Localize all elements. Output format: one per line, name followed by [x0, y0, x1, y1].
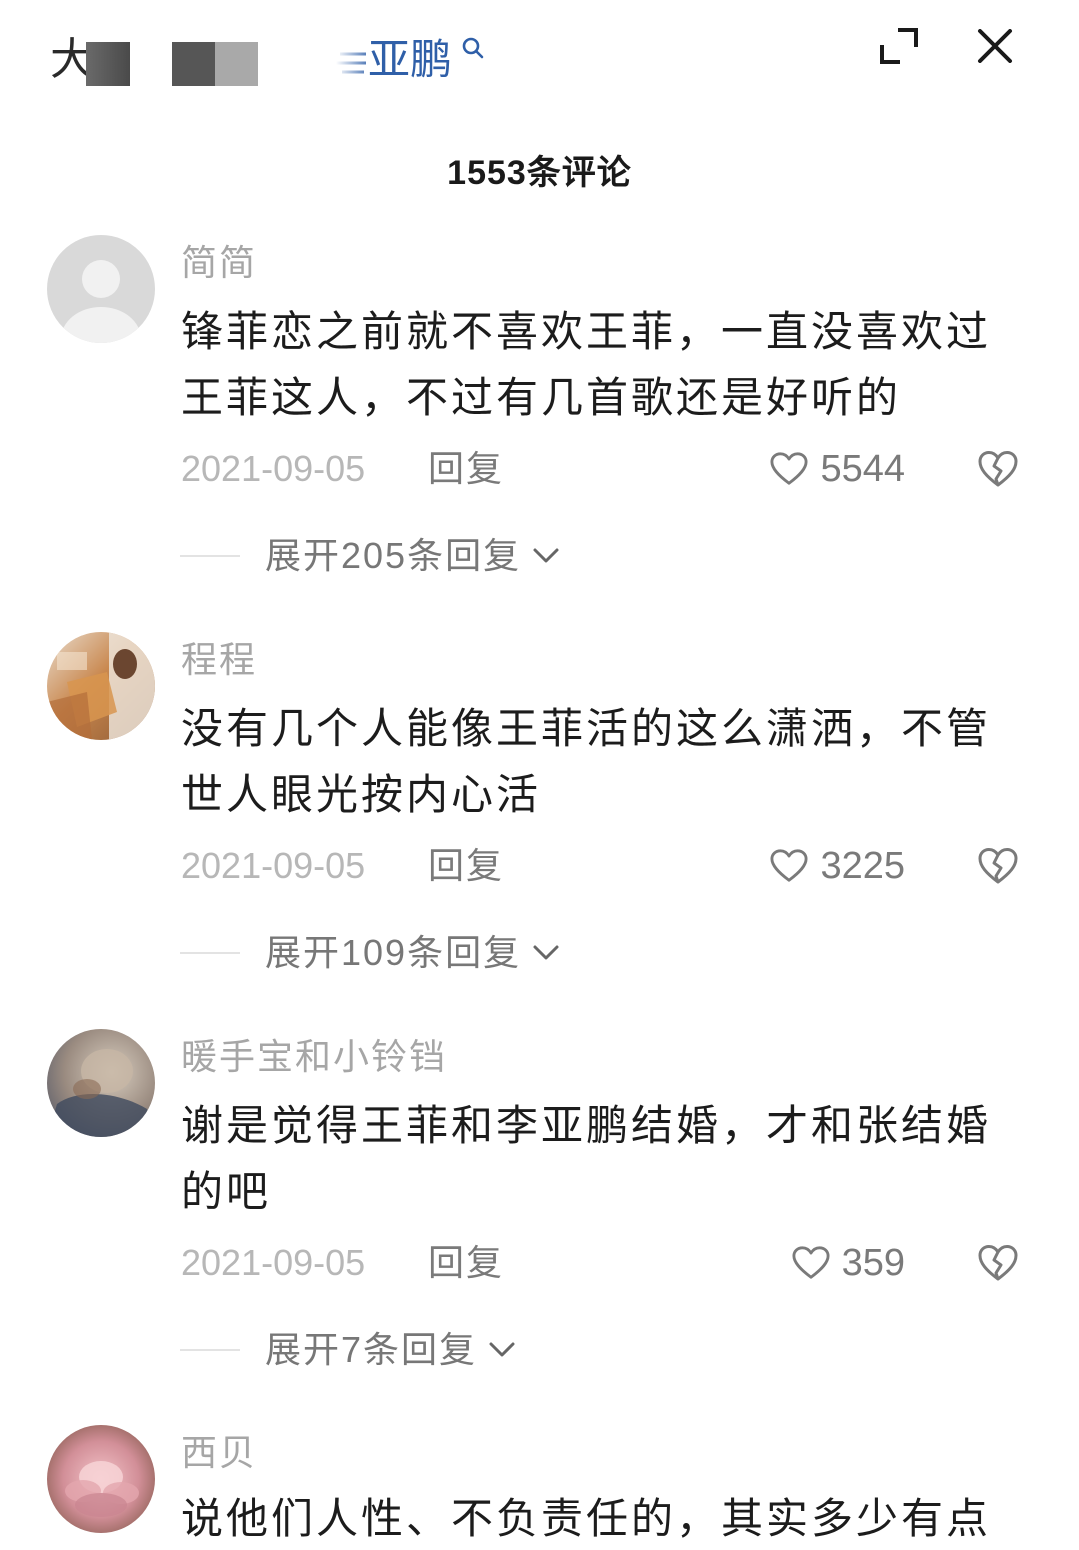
- close-icon[interactable]: [977, 29, 1013, 63]
- expand-icon[interactable]: [879, 27, 919, 65]
- censor-block: [86, 42, 130, 86]
- like-count: 5544: [820, 448, 905, 490]
- reply-button[interactable]: 回复: [428, 844, 504, 888]
- like-button[interactable]: 3225: [770, 844, 905, 888]
- expand-replies-label: 展开109条回复: [265, 932, 522, 973]
- comment-date: 2021-09-05: [181, 448, 366, 489]
- comment-meta-row: 2021-09-05 回复 5544: [0, 447, 1079, 491]
- comment-text-line: 锋菲恋之前就不喜欢王菲，一直没喜欢过: [181, 308, 992, 355]
- broken-heart-icon[interactable]: [977, 846, 1019, 886]
- comment-text-line: 的吧: [181, 1168, 272, 1215]
- comment-count-title: 1553条评论: [447, 154, 632, 192]
- avatar[interactable]: [47, 1425, 155, 1533]
- comment-text-line: 王菲这人，不过有几首歌还是好听的: [181, 374, 902, 421]
- broken-heart-icon[interactable]: [977, 449, 1019, 489]
- expand-divider: [180, 952, 240, 954]
- comment-date: 2021-09-05: [181, 1242, 366, 1283]
- like-count: 3225: [820, 845, 905, 887]
- chevron-down-icon: [533, 548, 559, 563]
- expand-replies-button[interactable]: 展开205条回复: [180, 534, 561, 578]
- comment-text[interactable]: 谢是觉得王菲和李亚鹏结婚，才和张结婚 的吧: [181, 1093, 991, 1225]
- like-count: 359: [841, 1242, 905, 1284]
- heart-icon: [792, 1246, 830, 1279]
- expand-replies-button[interactable]: 展开109条回复: [180, 931, 561, 975]
- avatar[interactable]: [47, 632, 155, 740]
- comment-meta-row: 2021-09-05 回复 3225: [0, 844, 1079, 888]
- expand-replies-label: 展开7条回复: [265, 1329, 478, 1370]
- comment-username[interactable]: 简简: [181, 241, 257, 285]
- comment-item: 西贝 说他们人性、不负责任的，其实多少有点: [0, 1425, 1079, 1550]
- expand-divider: [180, 555, 240, 557]
- reply-button[interactable]: 回复: [428, 1241, 504, 1285]
- search-query-link[interactable]: 亚鹏: [368, 34, 452, 86]
- comment-username[interactable]: 程程: [181, 638, 257, 682]
- comment-item: 简简 锋菲恋之前就不喜欢王菲，一直没喜欢过 王菲这人，不过有几首歌还是好听的 2…: [0, 235, 1079, 632]
- comment-text-line: 说他们人性、不负责任的，其实多少有点: [181, 1495, 992, 1542]
- censor-block: [215, 42, 258, 86]
- broken-heart-icon[interactable]: [977, 1243, 1019, 1283]
- search-icon[interactable]: [460, 36, 486, 62]
- avatar-photo: [47, 1425, 155, 1533]
- expand-replies-button[interactable]: 展开7条回复: [180, 1328, 517, 1372]
- expand-replies-label: 展开205条回复: [265, 535, 522, 576]
- comment-text[interactable]: 没有几个人能像王菲活的这么潇洒，不管 世人眼光按内心活: [181, 696, 991, 828]
- comment-username[interactable]: 暖手宝和小铃铛: [181, 1035, 447, 1079]
- avatar[interactable]: [47, 1029, 155, 1137]
- heart-icon: [770, 452, 808, 485]
- comment-text-line: 没有几个人能像王菲活的这么潇洒，不管: [181, 705, 992, 752]
- avatar-photo: [47, 632, 155, 740]
- reply-button[interactable]: 回复: [428, 447, 504, 491]
- comment-username[interactable]: 西贝: [181, 1431, 257, 1475]
- comment-text-line: 谢是觉得王菲和李亚鹏结婚，才和张结婚: [181, 1102, 992, 1149]
- faded-glyph: [336, 52, 366, 74]
- comment-text-line: 世人眼光按内心活: [181, 771, 542, 818]
- censor-block: [172, 42, 215, 86]
- expand-divider: [180, 1349, 240, 1351]
- comment-text[interactable]: 锋菲恋之前就不喜欢王菲，一直没喜欢过 王菲这人，不过有几首歌还是好听的: [181, 299, 991, 431]
- chevron-down-icon: [533, 945, 559, 960]
- comment-date: 2021-09-05: [181, 845, 366, 886]
- avatar-photo: [47, 1029, 155, 1137]
- comment-text[interactable]: 说他们人性、不负责任的，其实多少有点: [181, 1489, 991, 1549]
- user-avatar-icon: [47, 235, 155, 343]
- comment-meta-row: 2021-09-05 回复 359: [0, 1241, 1079, 1285]
- chevron-down-icon: [489, 1342, 515, 1357]
- heart-icon: [770, 849, 808, 882]
- like-button[interactable]: 5544: [770, 447, 905, 491]
- comment-item: 暖手宝和小铃铛 谢是觉得王菲和李亚鹏结婚，才和张结婚 的吧 2021-09-05…: [0, 1029, 1079, 1426]
- top-bar: 大 亚鹏: [0, 0, 1079, 120]
- comment-item: 程程 没有几个人能像王菲活的这么潇洒，不管 世人眼光按内心活 2021-09-0…: [0, 632, 1079, 1029]
- like-button[interactable]: 359: [792, 1241, 905, 1285]
- avatar[interactable]: [47, 235, 155, 343]
